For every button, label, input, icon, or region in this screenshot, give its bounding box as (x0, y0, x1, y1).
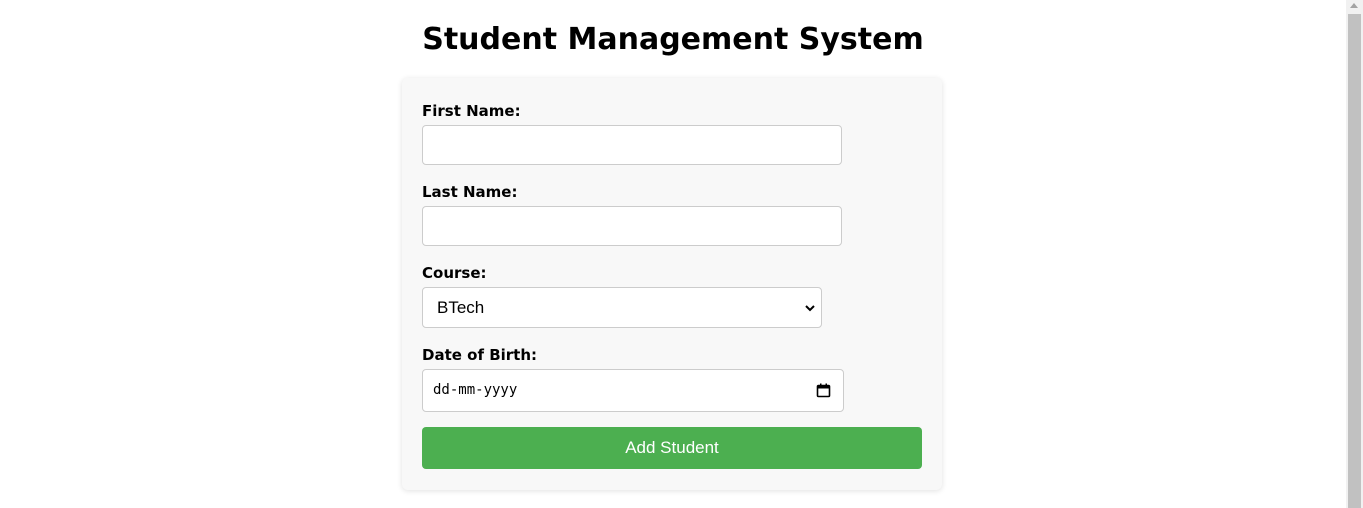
dob-placeholder: dd-mm-yyyy (433, 382, 518, 398)
student-form: First Name: Last Name: Course: BTech Dat… (402, 78, 942, 490)
last-name-input[interactable] (422, 206, 842, 246)
course-label: Course: (422, 264, 487, 282)
vertical-scrollbar[interactable] (1346, 0, 1363, 508)
dob-label: Date of Birth: (422, 346, 538, 364)
add-student-button[interactable]: Add Student (422, 427, 922, 469)
chevron-down-icon (805, 305, 815, 312)
calendar-icon[interactable] (816, 383, 831, 398)
last-name-label: Last Name: (422, 183, 518, 201)
page: Student Management System First Name: La… (0, 0, 1363, 508)
page-title: Student Management System (422, 22, 924, 57)
course-select-value: BTech (437, 298, 485, 317)
first-name-label: First Name: (422, 102, 521, 120)
dob-input[interactable]: dd-mm-yyyy (422, 369, 844, 412)
scroll-up-icon[interactable] (1350, 3, 1358, 8)
first-name-input[interactable] (422, 125, 842, 165)
course-select[interactable]: BTech (422, 287, 822, 328)
scrollbar-thumb[interactable] (1348, 14, 1361, 508)
